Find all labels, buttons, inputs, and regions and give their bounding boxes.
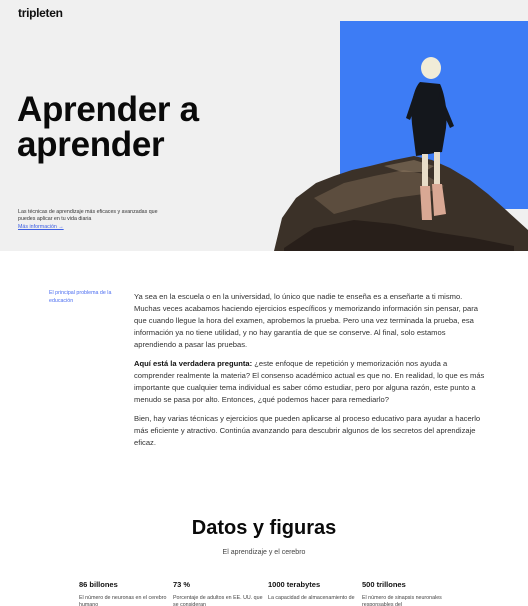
hero-illustration (274, 57, 528, 251)
hero-title-line-2: aprender (17, 125, 165, 164)
hero-title: Aprender a aprender (17, 92, 199, 162)
article-body: Ya sea en la escuela o en la universidad… (134, 291, 486, 456)
stats-subtitle: El aprendizaje y el cerebro (222, 549, 306, 556)
stat-item: 73 % Porcentaje de adultos en EE. UU. qu… (173, 580, 263, 606)
stat-description: El número de neuronas en el cerebro huma… (79, 595, 167, 606)
article-paragraph: Aquí está la verdadera pregunta: ¿este e… (134, 358, 486, 406)
hero-description: Las técnicas de aprendizaje más eficaces… (18, 209, 158, 222)
article-paragraph: Ya sea en la escuela o en la universidad… (134, 292, 478, 349)
logo[interactable]: tripleten (18, 6, 63, 20)
stat-description: La capacidad de almacenamiento de (268, 595, 355, 601)
article-side-note: El principal problema de la educación (49, 290, 112, 304)
article-paragraph: Bien, hay varias técnicas y ejercicios q… (134, 414, 481, 447)
person-boot (420, 186, 432, 220)
stat-value: 1000 terabytes (268, 580, 321, 589)
stats-title: Datos y figuras (191, 517, 337, 539)
person-leg (434, 152, 440, 186)
stat-description: El número de sinapsis neuronales respons… (362, 595, 442, 606)
person-hair (421, 57, 441, 79)
hero-title-line-1: Aprender a (17, 90, 199, 129)
stat-value: 86 billones (79, 580, 118, 589)
stat-item: 86 billones El número de neuronas en el … (79, 580, 169, 606)
stat-value: 73 % (173, 580, 191, 589)
hero-section: tripleten Aprender a aprender Las técnic… (0, 0, 528, 251)
article-emphasis: Aquí está la verdadera pregunta: (134, 359, 253, 368)
person-coat (411, 82, 447, 156)
stat-value: 500 trillones (362, 580, 406, 589)
stat-item: 500 trillones El número de sinapsis neur… (362, 580, 452, 606)
more-info-link[interactable]: Más información → (18, 224, 64, 230)
person-leg (422, 154, 428, 188)
stat-description: Porcentaje de adultos en EE. UU. que se … (173, 595, 263, 606)
stat-item: 1000 terabytes La capacidad de almacenam… (268, 580, 358, 602)
